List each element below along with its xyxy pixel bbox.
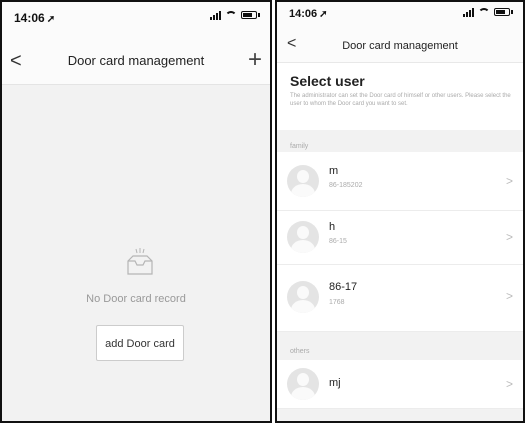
navigation-arrow-icon: ➚ <box>319 9 328 20</box>
wifi-icon <box>478 8 490 16</box>
avatar-icon <box>287 281 319 313</box>
user-row[interactable]: m 86-185202 > <box>277 152 523 211</box>
status-icons <box>210 10 260 20</box>
chevron-right-icon: > <box>505 174 513 188</box>
status-bar: 14:06 ➚ <box>277 2 523 32</box>
section-label-others: others <box>290 348 310 355</box>
avatar-icon <box>287 221 319 253</box>
status-time: 14:06 <box>289 8 318 20</box>
chevron-right-icon: > <box>505 230 513 244</box>
user-row[interactable]: mj > <box>277 360 523 409</box>
add-door-card-button[interactable]: add Door card <box>96 325 184 361</box>
user-phone: 86-15 <box>329 238 347 245</box>
status-bar: 14:06 ➚ <box>2 2 270 40</box>
left-screen: 14:06 ➚ < Door card management + No Door … <box>0 0 272 423</box>
nav-bar: < Door card management + <box>2 40 270 85</box>
empty-state-text: No Door card record <box>86 293 186 305</box>
status-time-wrap: 14:06 ➚ <box>289 8 328 20</box>
empty-box-icon <box>127 248 153 275</box>
battery-icon <box>241 11 257 19</box>
user-name: h <box>329 221 336 233</box>
user-name: 86-17 <box>329 281 358 293</box>
select-user-description: The administrator can set the Door card … <box>290 93 511 107</box>
chevron-right-icon: > <box>505 377 513 391</box>
nav-bar: < Door card management <box>277 32 523 63</box>
wifi-icon <box>225 11 237 19</box>
user-phone: 1768 <box>329 299 345 306</box>
section-label-family: family <box>290 143 309 150</box>
user-name: mj <box>329 377 341 389</box>
select-user-heading: Select user <box>290 73 365 89</box>
page-title: Door card management <box>67 53 205 68</box>
battery-tip <box>511 10 513 14</box>
add-icon[interactable]: + <box>248 46 262 74</box>
user-phone: 86-185202 <box>329 182 363 189</box>
battery-tip <box>258 13 260 17</box>
avatar-icon <box>287 165 319 197</box>
battery-icon <box>494 8 510 16</box>
right-screen: 14:06 ➚ < Door card management Select use… <box>275 0 525 423</box>
signal-icon <box>210 10 221 20</box>
status-icons <box>463 7 513 17</box>
status-time-wrap: 14:06 ➚ <box>14 11 55 25</box>
user-row[interactable]: h 86-15 > <box>277 211 523 265</box>
user-row[interactable]: 86-17 1768 > <box>277 265 523 332</box>
chevron-right-icon: > <box>505 289 513 303</box>
user-name: m <box>329 165 339 177</box>
signal-icon <box>463 7 474 17</box>
navigation-arrow-icon: ➚ <box>46 14 56 25</box>
page-title: Door card management <box>342 40 458 52</box>
select-user-header: Select user The administrator can set th… <box>277 63 523 130</box>
avatar-icon <box>287 368 319 400</box>
status-time: 14:06 <box>14 11 45 25</box>
